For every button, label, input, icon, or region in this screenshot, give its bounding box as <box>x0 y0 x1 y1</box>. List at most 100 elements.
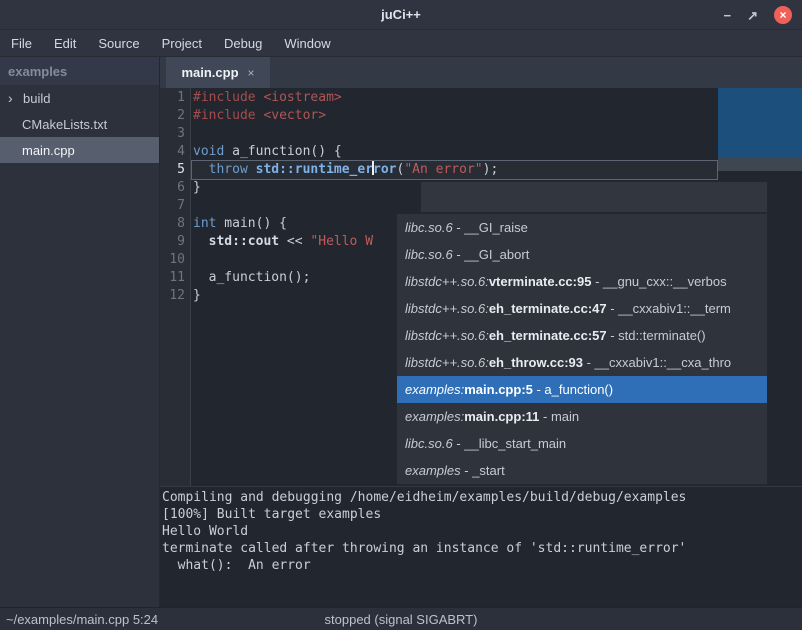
line-number: 9 <box>161 233 185 251</box>
menu-window[interactable]: Window <box>273 30 341 56</box>
frame-function: - std::terminate() <box>607 328 706 343</box>
frame-file: eh_throw.cc:93 <box>489 355 583 370</box>
frame-module: libc.so.6 <box>405 436 453 451</box>
tab-main-cpp[interactable]: main.cpp × <box>166 57 270 88</box>
expander-icon[interactable]: › <box>8 91 18 105</box>
code-token: "An error" <box>404 162 482 177</box>
code-token <box>193 162 209 177</box>
popup-header <box>420 181 768 213</box>
gutter: 123456789101112 <box>160 88 191 486</box>
terminal-line: Hello World <box>160 523 802 540</box>
stack-frame-item[interactable]: examples:main.cpp:5 - a_function() <box>397 376 767 403</box>
frame-function: - main <box>539 409 579 424</box>
stack-frame-item[interactable]: examples:main.cpp:11 - main <box>397 403 767 430</box>
project-header[interactable]: examples <box>0 57 159 85</box>
stack-frame-item[interactable]: libstdc++.so.6:eh_throw.cc:93 - __cxxabi… <box>397 349 767 376</box>
code-token <box>248 162 256 177</box>
stack-frame-item[interactable]: libc.so.6 - __GI_raise <box>397 214 767 241</box>
code-line[interactable] <box>193 125 498 143</box>
backtrace-list[interactable]: libc.so.6 - __GI_raiselibc.so.6 - __GI_a… <box>396 213 768 485</box>
line-number: 5 <box>161 161 185 179</box>
tree-item-main.cpp[interactable]: main.cpp <box>0 137 159 163</box>
line-number: 12 <box>161 287 185 305</box>
frame-function: - __libc_start_main <box>453 436 566 451</box>
tab-label: main.cpp <box>181 65 238 80</box>
maximize-button[interactable]: ↗ <box>747 9 758 22</box>
tree-item-cmakelists.txt[interactable]: CMakeLists.txt <box>0 111 159 137</box>
status-bar: ~/examples/main.cpp 5:24 stopped (signal… <box>0 607 802 630</box>
code-token: #include <box>193 90 263 105</box>
window-controls: − ↗ × <box>724 0 793 30</box>
menu-source[interactable]: Source <box>87 30 150 56</box>
terminal-line: [100%] Built target examples <box>160 506 802 523</box>
stack-frame-item[interactable]: libc.so.6 - __GI_abort <box>397 241 767 268</box>
frame-function: - __GI_abort <box>453 247 530 262</box>
code-line[interactable]: void a_function() { <box>193 143 498 161</box>
editor[interactable]: 123456789101112 #include <iostream>#incl… <box>160 88 802 486</box>
tooltip-cutoff <box>718 88 802 157</box>
line-number: 2 <box>161 107 185 125</box>
tab-close-icon[interactable]: × <box>248 66 255 80</box>
line-number: 11 <box>161 269 185 287</box>
title-bar: juCi++ − ↗ × <box>0 0 802 30</box>
code-token: int <box>193 216 216 231</box>
frame-module: libstdc++.so.6: <box>405 301 489 316</box>
code-line[interactable]: #include <vector> <box>193 107 498 125</box>
frame-module: libstdc++.so.6: <box>405 274 489 289</box>
code-token: << <box>279 234 310 249</box>
frame-module: examples <box>405 463 461 478</box>
menu-edit[interactable]: Edit <box>43 30 87 56</box>
code-line[interactable]: throw std::runtime_error("An error"); <box>193 161 498 179</box>
frame-file: eh_terminate.cc:47 <box>489 301 607 316</box>
status-debug-state: stopped (signal SIGABRT) <box>0 608 802 630</box>
line-number: 6 <box>161 179 185 197</box>
code-token <box>193 234 209 249</box>
code-token: <iostream> <box>263 90 341 105</box>
frame-module: libc.so.6 <box>405 247 453 262</box>
terminal-lines: Compiling and debugging /home/eidheim/ex… <box>160 487 802 574</box>
menu-file[interactable]: File <box>0 30 43 56</box>
frame-function: - __gnu_cxx::__verbos <box>591 274 726 289</box>
close-button[interactable]: × <box>774 6 792 24</box>
frame-function: - __cxxabiv1::__term <box>607 301 731 316</box>
code-token: #include <box>193 108 263 123</box>
code-token: } <box>193 288 201 303</box>
tree-item-label: CMakeLists.txt <box>22 117 107 132</box>
minimize-button[interactable]: − <box>724 9 732 22</box>
code-token: ror <box>373 162 396 177</box>
window-title: juCi++ <box>381 7 421 22</box>
menu-bar: FileEditSourceProjectDebugWindow <box>0 30 802 57</box>
code-line[interactable]: #include <iostream> <box>193 89 498 107</box>
tree-item-build[interactable]: ›build <box>0 85 159 111</box>
line-number: 8 <box>161 215 185 233</box>
sidebar: examples ›build CMakeLists.txt main.cpp <box>0 57 160 607</box>
frame-function: - __GI_raise <box>453 220 528 235</box>
code-token: "Hello W <box>310 234 373 249</box>
code-token: a_function() { <box>224 144 341 159</box>
frame-module: libc.so.6 <box>405 220 453 235</box>
terminal-line: terminate called after throwing an insta… <box>160 540 802 557</box>
menu-debug[interactable]: Debug <box>213 30 273 56</box>
line-number: 4 <box>161 143 185 161</box>
code-token: a_function(); <box>193 270 310 285</box>
stack-frame-item[interactable]: libstdc++.so.6:eh_terminate.cc:47 - __cx… <box>397 295 767 322</box>
stack-frame-item[interactable]: libc.so.6 - __libc_start_main <box>397 430 767 457</box>
file-tree: ›build CMakeLists.txt main.cpp <box>0 85 159 163</box>
terminal-line: Compiling and debugging /home/eidheim/ex… <box>160 489 802 506</box>
code-token: <vector> <box>263 108 326 123</box>
menu-project[interactable]: Project <box>151 30 213 56</box>
frame-function: - _start <box>461 463 505 478</box>
frame-function: - __cxxabiv1::__cxa_thro <box>583 355 731 370</box>
code-token: void <box>193 144 224 159</box>
code-token: ); <box>483 162 499 177</box>
frame-file: main.cpp:5 <box>464 382 533 397</box>
stack-frame-item[interactable]: libstdc++.so.6:eh_terminate.cc:57 - std:… <box>397 322 767 349</box>
line-number: 7 <box>161 197 185 215</box>
code-token: std::runtime_er <box>256 162 373 177</box>
line-number: 3 <box>161 125 185 143</box>
tab-bar: main.cpp × <box>160 57 802 88</box>
frame-file: main.cpp:11 <box>464 409 539 424</box>
stack-frame-item[interactable]: libstdc++.so.6:vterminate.cc:95 - __gnu_… <box>397 268 767 295</box>
terminal[interactable]: Compiling and debugging /home/eidheim/ex… <box>160 486 802 607</box>
stack-frame-item[interactable]: examples - _start <box>397 457 767 484</box>
